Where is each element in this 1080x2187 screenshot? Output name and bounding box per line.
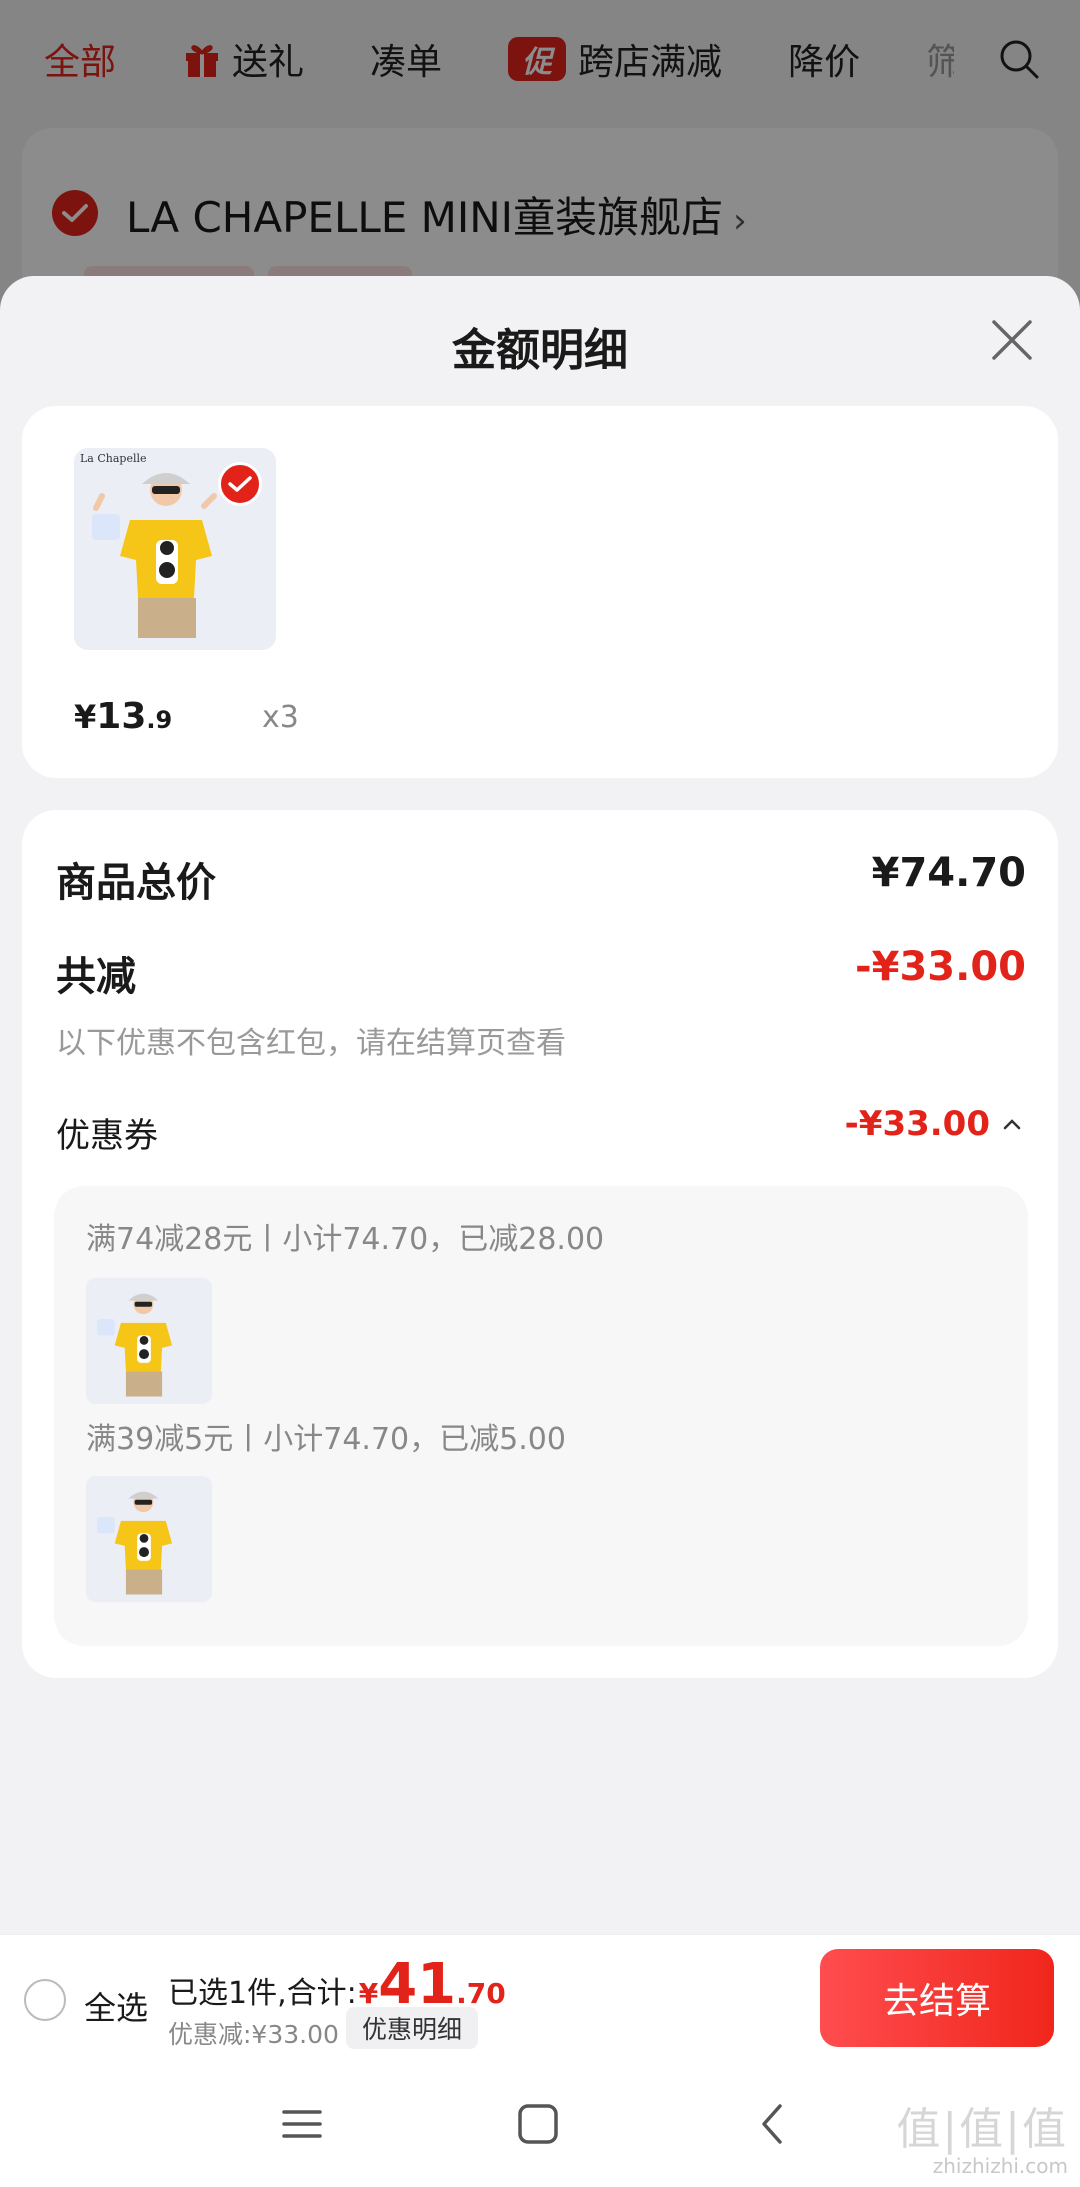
selected-prefix: 已选1件,合计: [168, 1976, 357, 2011]
total-integer: 41 [378, 1952, 457, 2017]
checkout-button[interactable]: 去结算 [820, 1949, 1054, 2047]
product-price: ¥ 13 .9 [74, 696, 172, 737]
product-quantity: x3 [262, 700, 299, 735]
coupon-product-thumbnail [86, 1278, 212, 1404]
product-thumbnail[interactable]: La Chapelle [74, 448, 276, 650]
watermark-url: zhizhizhi.com [932, 2154, 1068, 2178]
coupon-label: 优惠券 [56, 1116, 158, 1156]
coupon-detail-box: 满74减28元丨小计74.70，已减28.00 满39减5元丨小计74.70，已… [54, 1186, 1028, 1646]
back-icon[interactable] [752, 2102, 796, 2146]
checkout-bar: 全选 已选1件,合计: ¥ 41 .70 优惠减:¥33.00 优惠明细 去结算 [0, 1934, 1080, 2062]
select-all-radio[interactable] [24, 1979, 66, 2021]
menu-icon[interactable] [280, 2102, 324, 2146]
home-icon[interactable] [516, 2102, 560, 2146]
product-image [86, 1278, 212, 1404]
total-currency: ¥ [358, 1977, 379, 2010]
reduction-label: 共减 [56, 954, 136, 1000]
price-decimal: .9 [146, 706, 173, 734]
chevron-up-icon [1003, 1119, 1021, 1130]
amount-detail-sheet: 金额明细 La Chapelle ¥ 13 .9 x3 商品总价 ¥74.70 … [0, 276, 1080, 2187]
total-price-label: 商品总价 [56, 860, 216, 906]
close-icon[interactable] [988, 316, 1036, 364]
total-decimal: .70 [456, 1977, 506, 2010]
product-image [86, 1476, 212, 1602]
watermark-logo: 值|值|值 [896, 2104, 1068, 2155]
price-currency: ¥ [74, 698, 97, 736]
reduction-note: 以下优惠不包含红包，请在结算页查看 [56, 1026, 566, 1061]
watermark: 值|值|值 zhizhizhi.com [896, 2104, 1068, 2178]
product-card: La Chapelle ¥ 13 .9 x3 [22, 406, 1058, 778]
sheet-title: 金额明细 [452, 325, 628, 376]
coupon-toggle[interactable]: -¥33.00 [845, 1104, 1022, 1144]
coupon-rule-line: 满74减28元丨小计74.70，已减28.00 [86, 1222, 605, 1257]
price-integer: 13 [96, 696, 147, 737]
product-selected-checkbox[interactable] [218, 462, 262, 506]
coupon-rule-line: 满39减5元丨小计74.70，已减5.00 [86, 1422, 566, 1457]
selected-total: 已选1件,合计: ¥ 41 .70 [168, 1952, 506, 2017]
coupon-value: -¥33.00 [844, 1104, 990, 1144]
discount-detail-button[interactable]: 优惠明细 [346, 2007, 479, 2049]
total-price-value: ¥74.70 [871, 850, 1026, 896]
select-all-label[interactable]: 全选 [84, 1983, 148, 2029]
discount-summary: 优惠减:¥33.00 [168, 2020, 339, 2049]
reduction-value: -¥33.00 [855, 944, 1026, 990]
price-summary-card: 商品总价 ¥74.70 共减 -¥33.00 以下优惠不包含红包，请在结算页查看… [22, 810, 1058, 1678]
brand-text: La Chapelle [80, 452, 147, 465]
coupon-product-thumbnail [86, 1476, 212, 1602]
check-icon [228, 476, 252, 492]
system-navigation-bar: 值|值|值 zhizhizhi.com [0, 2062, 1080, 2187]
